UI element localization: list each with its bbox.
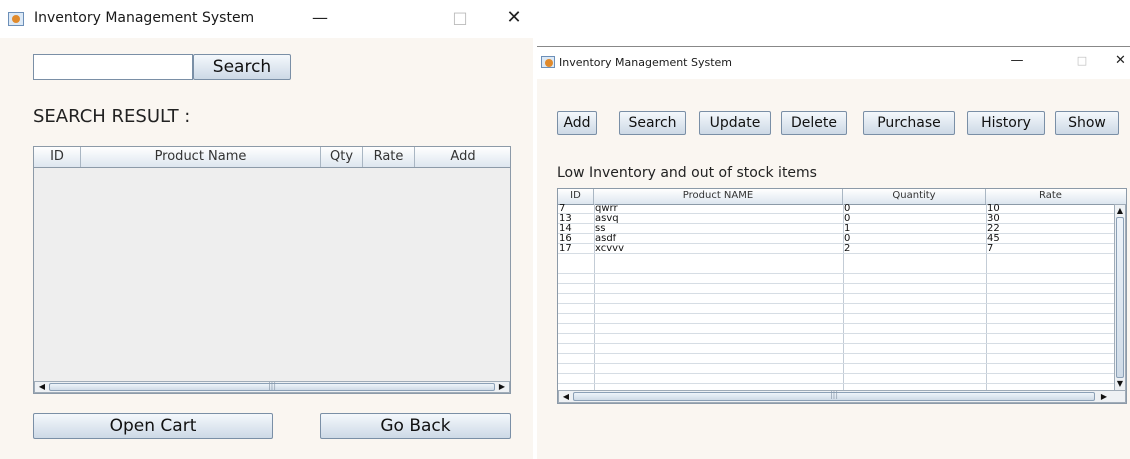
java-app-icon — [541, 56, 555, 68]
minimize-icon[interactable]: — — [1007, 53, 1027, 68]
scrollbar-thumb[interactable]: ||| — [573, 390, 1095, 401]
cell-id: 16 — [559, 234, 572, 244]
cell-product-name: asvq — [595, 214, 619, 224]
cell-rate: 30 — [987, 214, 1000, 224]
cell-id: 14 — [559, 224, 572, 234]
scrollbar-thumb[interactable]: ||| — [49, 381, 495, 391]
scroll-down-icon[interactable]: ▼ — [1115, 379, 1125, 389]
scroll-left-icon[interactable]: ◀ — [37, 382, 47, 392]
close-icon[interactable]: ✕ — [1115, 53, 1130, 68]
scroll-right-icon[interactable]: ▶ — [1099, 392, 1109, 402]
table-header: ID Product NAME Quantity Rate — [558, 189, 1126, 205]
cell-product-name: qwrr — [595, 204, 618, 214]
cell-quantity: 0 — [844, 234, 851, 244]
search-window: Inventory Management System — □ ✕ Search… — [0, 0, 533, 459]
title-bar[interactable]: Inventory Management System — □ ✕ — [537, 46, 1130, 79]
cell-quantity: 0 — [844, 204, 851, 214]
minimize-icon[interactable]: — — [308, 8, 332, 27]
cell-id: 7 — [559, 204, 566, 214]
section-label: Low Inventory and out of stock items — [557, 165, 817, 181]
scroll-thumb-grip: ||| — [829, 390, 839, 399]
column-header-add[interactable]: Add — [415, 147, 511, 167]
cell-product-name: xcvvv — [595, 244, 624, 254]
table-row[interactable]: 16 asdf 0 45 — [558, 234, 1115, 244]
main-window: Inventory Management System — □ ✕ Add Se… — [537, 46, 1130, 459]
column-header-quantity[interactable]: Quantity — [843, 189, 986, 204]
search-result-label: SEARCH RESULT : — [33, 106, 191, 127]
scrollbar-thumb[interactable] — [1116, 217, 1124, 378]
scroll-thumb-grip: ||| — [267, 381, 277, 390]
window-title: Inventory Management System — [559, 56, 733, 69]
purchase-button[interactable]: Purchase — [863, 111, 955, 135]
column-header-id[interactable]: ID — [34, 147, 81, 167]
delete-button[interactable]: Delete — [781, 111, 847, 135]
column-header-product-name[interactable]: Product Name — [81, 147, 321, 167]
table-row[interactable]: 17 xcvvv 2 7 — [558, 244, 1115, 254]
scroll-up-icon[interactable]: ▲ — [1115, 206, 1125, 216]
search-button[interactable]: Search — [193, 54, 291, 80]
low-inventory-table: ID Product NAME Quantity Rate 7 qwrr 0 1… — [557, 188, 1127, 404]
cell-product-name: ss — [595, 224, 606, 234]
cell-rate: 45 — [987, 234, 1000, 244]
open-cart-button[interactable]: Open Cart — [33, 413, 273, 439]
table-header: ID Product Name Qty Rate Add — [34, 147, 510, 168]
table-row[interactable]: 7 qwrr 0 10 — [558, 204, 1115, 214]
cell-quantity: 1 — [844, 224, 851, 234]
horizontal-scrollbar[interactable]: ◀ ||| ▶ — [558, 390, 1126, 403]
table-row[interactable]: 13 asvq 0 30 — [558, 214, 1115, 224]
cell-id: 13 — [559, 214, 572, 224]
horizontal-scrollbar[interactable]: ◀ ||| ▶ — [34, 381, 510, 393]
scroll-right-icon[interactable]: ▶ — [497, 382, 507, 392]
add-button[interactable]: Add — [557, 111, 597, 135]
cell-rate: 7 — [987, 244, 994, 254]
scroll-left-icon[interactable]: ◀ — [561, 392, 571, 402]
search-results-table: ID Product Name Qty Rate Add ◀ ||| ▶ — [33, 146, 511, 394]
close-icon[interactable]: ✕ — [500, 7, 528, 28]
cell-quantity: 0 — [844, 214, 851, 224]
search-button[interactable]: Search — [619, 111, 686, 135]
search-input[interactable] — [33, 54, 193, 80]
cell-rate: 10 — [987, 204, 1000, 214]
maximize-icon[interactable]: □ — [1072, 54, 1092, 67]
update-button[interactable]: Update — [699, 111, 771, 135]
cell-quantity: 2 — [844, 244, 851, 254]
go-back-button[interactable]: Go Back — [320, 413, 511, 439]
window-title: Inventory Management System — [34, 10, 255, 26]
cell-product-name: asdf — [595, 234, 617, 244]
vertical-scrollbar[interactable]: ▲ ▼ — [1114, 204, 1126, 391]
title-bar[interactable]: Inventory Management System — □ ✕ — [0, 0, 533, 38]
column-header-rate[interactable]: Rate — [363, 147, 415, 167]
column-header-rate[interactable]: Rate — [986, 189, 1115, 204]
cell-id: 17 — [559, 244, 572, 254]
show-button[interactable]: Show — [1055, 111, 1119, 135]
column-header-id[interactable]: ID — [558, 189, 594, 204]
java-app-icon — [8, 12, 24, 26]
cell-rate: 22 — [987, 224, 1000, 234]
column-header-qty[interactable]: Qty — [321, 147, 363, 167]
table-body: 7 qwrr 0 10 13 asvq 0 30 14 ss 1 22 16 a… — [558, 204, 1115, 391]
table-row[interactable]: 14 ss 1 22 — [558, 224, 1115, 234]
empty-row-lines — [558, 264, 1115, 391]
history-button[interactable]: History — [967, 111, 1045, 135]
column-header-product-name[interactable]: Product NAME — [594, 189, 843, 204]
maximize-icon[interactable]: □ — [448, 8, 472, 27]
